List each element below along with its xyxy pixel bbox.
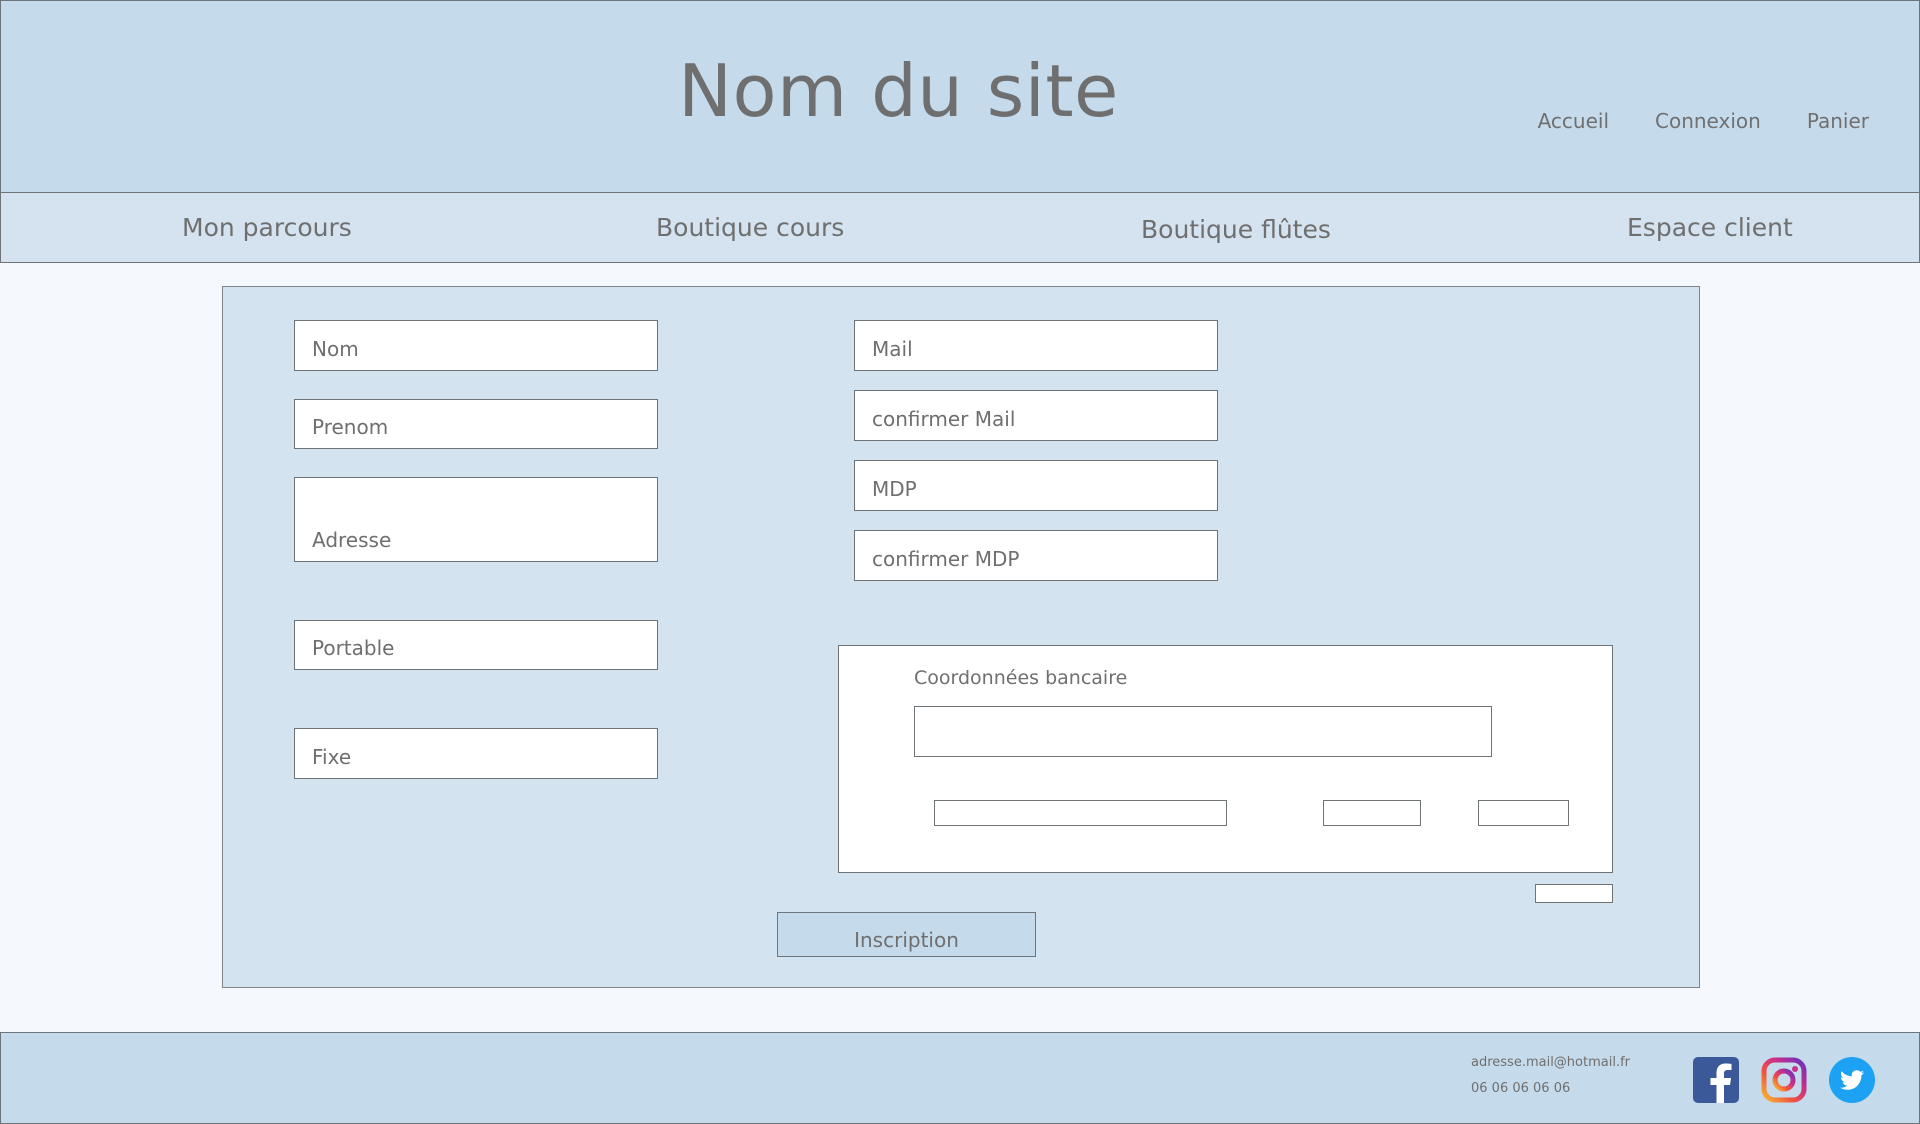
- last-name-placeholder: Nom: [312, 337, 359, 361]
- nav-item-boutique-flutes[interactable]: Boutique flûtes: [1141, 215, 1331, 244]
- address-placeholder: Adresse: [312, 528, 392, 552]
- confirm-email-field[interactable]: confirmer Mail: [854, 390, 1218, 441]
- mobile-placeholder: Portable: [312, 636, 395, 660]
- last-name-field[interactable]: Nom: [294, 320, 658, 371]
- confirm-password-field[interactable]: confirmer MDP: [854, 530, 1218, 581]
- site-header: Nom du site Accueil Connexion Panier: [0, 0, 1920, 193]
- login-link[interactable]: Connexion: [1655, 109, 1761, 133]
- confirm-password-placeholder: confirmer MDP: [872, 547, 1020, 571]
- first-name-placeholder: Prenom: [312, 415, 389, 439]
- footer-phone: 06 06 06 06 06: [1471, 1081, 1571, 1096]
- inscription-button[interactable]: Inscription: [777, 912, 1036, 957]
- instagram-icon[interactable]: [1761, 1057, 1807, 1103]
- email-placeholder: Mail: [872, 337, 913, 361]
- twitter-icon[interactable]: [1829, 1057, 1875, 1103]
- landline-placeholder: Fixe: [312, 745, 352, 769]
- captcha-input[interactable]: [1535, 884, 1613, 903]
- card-holder-input[interactable]: [934, 800, 1227, 826]
- bank-details-box: Coordonnées bancaire: [838, 645, 1613, 873]
- card-expiry-input[interactable]: [1323, 800, 1421, 826]
- site-footer: adresse.mail@hotmail.fr 06 06 06 06 06: [0, 1032, 1920, 1124]
- card-number-input[interactable]: [914, 706, 1492, 757]
- main-nav: Mon parcours Boutique cours Boutique flû…: [0, 192, 1920, 263]
- nav-item-mon-parcours[interactable]: Mon parcours: [182, 213, 352, 242]
- landline-field[interactable]: Fixe: [294, 728, 658, 779]
- confirm-email-placeholder: confirmer Mail: [872, 407, 1016, 431]
- footer-email: adresse.mail@hotmail.fr: [1471, 1055, 1631, 1070]
- password-field[interactable]: MDP: [854, 460, 1218, 511]
- facebook-icon[interactable]: [1693, 1057, 1739, 1103]
- first-name-field[interactable]: Prenom: [294, 399, 658, 449]
- nav-item-boutique-cours[interactable]: Boutique cours: [656, 213, 844, 242]
- site-title: Nom du site: [678, 49, 1119, 133]
- mobile-field[interactable]: Portable: [294, 620, 658, 670]
- cart-link[interactable]: Panier: [1807, 109, 1869, 133]
- home-link[interactable]: Accueil: [1538, 109, 1609, 133]
- nav-item-espace-client[interactable]: Espace client: [1627, 213, 1793, 242]
- inscription-label: Inscription: [854, 928, 959, 952]
- address-field[interactable]: Adresse: [294, 477, 658, 562]
- email-field[interactable]: Mail: [854, 320, 1218, 371]
- top-links: Accueil Connexion Panier: [1538, 109, 1869, 133]
- bank-details-title: Coordonnées bancaire: [914, 667, 1128, 689]
- password-placeholder: MDP: [872, 477, 917, 501]
- card-cvc-input[interactable]: [1478, 800, 1569, 826]
